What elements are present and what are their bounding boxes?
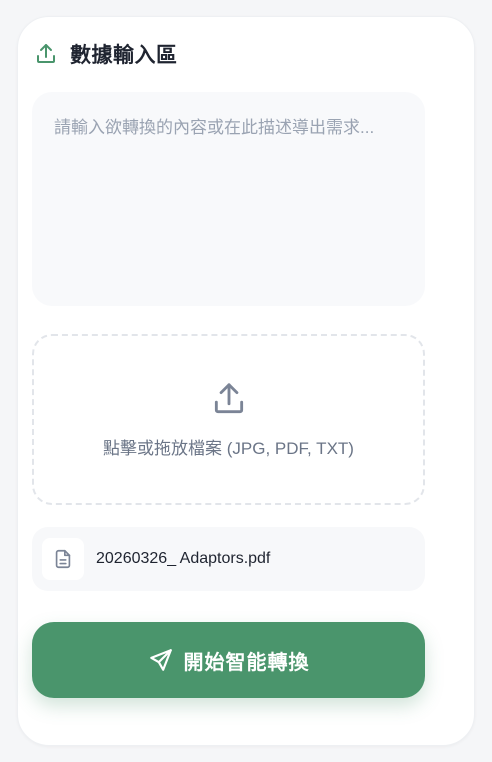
file-name: 20260326_ Adaptors.pdf (96, 550, 271, 567)
start-conversion-button[interactable]: 開始智能轉換 (32, 622, 425, 698)
document-icon (55, 549, 71, 569)
uploaded-file-item[interactable]: 20260326_ Adaptors.pdf (32, 527, 425, 591)
file-icon-container (42, 538, 84, 580)
section-header: 數據輸入區 (34, 38, 178, 70)
content-input[interactable] (32, 92, 425, 306)
file-dropzone[interactable]: 點擊或拖放檔案 (JPG, PDF, TXT) (32, 334, 425, 505)
upload-icon (37, 44, 55, 63)
send-icon (149, 649, 172, 671)
section-title: 數據輸入區 (70, 44, 178, 67)
start-conversion-label: 開始智能轉換 (183, 651, 310, 674)
upload-icon (214, 383, 244, 414)
dropzone-label: 點擊或拖放檔案 (JPG, PDF, TXT) (103, 439, 354, 458)
